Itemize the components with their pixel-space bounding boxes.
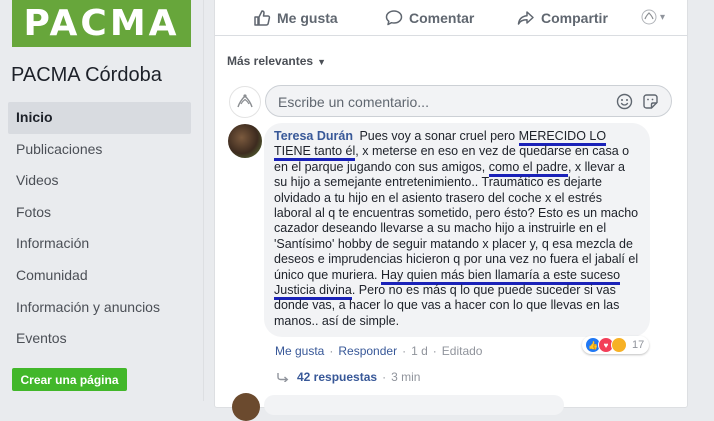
comment-button[interactable]: Comentar [385, 1, 474, 35]
identity-selector[interactable]: ▾ [641, 9, 665, 25]
caret-down-icon: ▼ [317, 57, 326, 67]
comment-author-link[interactable]: Teresa Durán [274, 129, 353, 143]
sidebar-item-comunidad[interactable]: Comunidad [8, 260, 191, 292]
sticker-icon[interactable] [642, 93, 659, 110]
page-title[interactable]: PACMA Córdoba [11, 64, 162, 87]
chevron-down-icon: ▾ [660, 11, 666, 23]
share-button[interactable]: Compartir [517, 1, 608, 35]
edited-label[interactable]: Editado [442, 344, 483, 358]
view-replies-link[interactable]: 42 respuestas · 3 min [277, 370, 420, 384]
comment-label: Comentar [409, 10, 475, 26]
separator-dot: · [402, 344, 407, 358]
create-page-button[interactable]: Crear una página [12, 368, 127, 391]
sort-comments-dropdown[interactable]: Más relevantes ▼ [227, 54, 326, 68]
separator-dot: · [382, 370, 387, 384]
share-arrow-icon [517, 11, 534, 25]
sort-label: Más relevantes [227, 54, 314, 68]
reaction-summary[interactable]: 👍 ♥ 17 [582, 336, 650, 354]
sidebar-item-fotos[interactable]: Fotos [8, 197, 191, 229]
post-action-bar: Me gusta Comentar Compartir ▾ [215, 1, 687, 36]
sidebar-item-info-anuncios[interactable]: Información y anuncios [8, 292, 191, 324]
comment-text-segment: , x llevar a su hijo a semejante entrete… [274, 159, 639, 282]
comment-like-link[interactable]: Me gusta [275, 344, 324, 358]
comment-body: Teresa Durán Pues voy a sonar cruel pero… [274, 129, 640, 329]
sidebar-nav: Inicio Publicaciones Videos Fotos Inform… [8, 102, 191, 355]
sidebar-divider [203, 0, 204, 401]
sidebar-item-videos[interactable]: Videos [8, 165, 191, 197]
next-comment-bubble [264, 395, 564, 415]
separator-dot: · [432, 344, 437, 358]
comment-timestamp[interactable]: 1 d [411, 344, 428, 358]
comment-composer [265, 85, 672, 118]
reaction-count: 17 [632, 339, 645, 351]
comment-text-segment: Pues voy a sonar cruel pero [355, 129, 519, 143]
share-label: Compartir [541, 10, 608, 26]
commenter-avatar[interactable] [228, 124, 262, 158]
comment-icon [385, 10, 403, 26]
comment-reply-link[interactable]: Responder [338, 344, 397, 358]
page-crest-icon [237, 94, 253, 108]
angry-reaction-icon [611, 337, 627, 353]
sidebar-item-inicio[interactable]: Inicio [8, 102, 191, 134]
reply-arrow-icon [277, 373, 289, 382]
comment-bubble: Teresa Durán Pues voy a sonar cruel pero… [264, 123, 650, 337]
next-commenter-avatar[interactable] [232, 393, 260, 421]
separator-dot: · [329, 344, 334, 358]
emoji-icon[interactable] [616, 93, 633, 110]
comment-input[interactable] [276, 86, 600, 118]
post-card: Me gusta Comentar Compartir ▾ Más releva… [214, 0, 688, 421]
replies-timestamp: 3 min [391, 370, 421, 384]
like-button[interactable]: Me gusta [253, 1, 338, 35]
thumbs-up-icon [254, 10, 271, 26]
sidebar-item-informacion[interactable]: Información [8, 228, 191, 260]
like-label: Me gusta [277, 10, 338, 26]
page-crest-icon [641, 9, 657, 25]
composer-avatar [229, 86, 261, 118]
replies-count: 42 respuestas [297, 370, 378, 384]
sidebar-item-eventos[interactable]: Eventos [8, 323, 191, 355]
left-sidebar: PACMA PACMA Córdoba Inicio Publicaciones… [0, 0, 203, 401]
page-logo[interactable]: PACMA [12, 0, 191, 47]
sidebar-item-publicaciones[interactable]: Publicaciones [8, 134, 191, 166]
comment-meta: Me gusta · Responder · 1 d · Editado [275, 344, 482, 358]
